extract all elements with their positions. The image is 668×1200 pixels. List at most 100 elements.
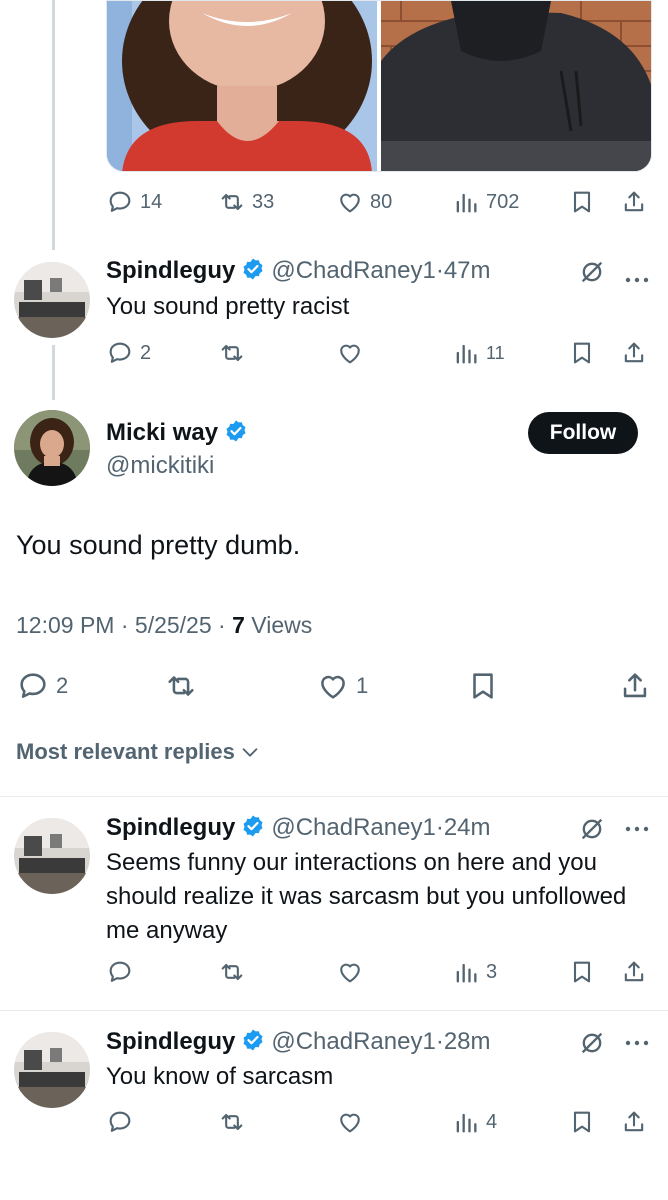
more-options-icon[interactable] — [624, 266, 650, 292]
avatar[interactable] — [14, 410, 90, 486]
repost-button[interactable] — [218, 958, 246, 986]
share-icon — [624, 961, 644, 982]
tweet-time[interactable]: 12:09 PM — [16, 612, 114, 638]
reply-button[interactable]: 2 — [106, 339, 151, 367]
reply-header: Spindleguy @ChadRaney1·47m — [106, 257, 491, 285]
reply-button[interactable]: 2 — [16, 669, 68, 703]
bookmark-button[interactable] — [568, 188, 596, 216]
bookmark-icon — [573, 191, 591, 213]
share-icon — [623, 673, 647, 698]
reply-button[interactable] — [106, 1108, 134, 1136]
share-button[interactable] — [620, 1108, 648, 1136]
handle[interactable]: @ChadRaney1 — [271, 814, 435, 841]
thread-line — [52, 345, 55, 400]
handle[interactable]: @mickitiki — [106, 452, 214, 480]
reply-icon — [109, 1111, 131, 1132]
avatar[interactable] — [14, 262, 90, 338]
thread-line — [52, 0, 55, 250]
bookmark-button[interactable] — [568, 958, 596, 986]
separator-dot: · — [218, 612, 226, 638]
reply-header: Spindleguy @ChadRaney1·24m — [106, 814, 491, 842]
follow-button[interactable]: Follow — [528, 412, 638, 454]
bookmark-icon — [573, 961, 591, 983]
reply-count: 2 — [140, 341, 152, 364]
tweet-date[interactable]: 5/25/25 — [135, 612, 212, 638]
more-options-icon[interactable] — [624, 1036, 650, 1054]
heart-icon — [340, 344, 360, 364]
grok-icon[interactable] — [578, 1029, 606, 1057]
bookmark-button[interactable] — [568, 339, 596, 367]
like-count: 1 — [356, 673, 369, 698]
views-count: 3 — [486, 960, 498, 983]
sort-label: Most relevant replies — [16, 739, 235, 764]
timestamp[interactable]: 28m — [444, 1028, 491, 1055]
handle[interactable]: @ChadRaney1 — [271, 257, 435, 284]
repost-icon — [168, 676, 194, 696]
repost-button[interactable] — [218, 1108, 246, 1136]
reply-button[interactable]: 14 — [106, 188, 162, 216]
display-name[interactable]: Micki way — [106, 419, 218, 446]
tweet-text: You sound pretty racist — [106, 293, 350, 320]
divider — [0, 796, 668, 797]
like-button[interactable] — [336, 958, 364, 986]
reply-icon — [20, 673, 46, 698]
main-tweet-text: You sound pretty dumb. — [16, 530, 301, 560]
repost-icon — [221, 1113, 243, 1131]
grok-icon[interactable] — [578, 258, 606, 286]
share-button[interactable] — [620, 339, 648, 367]
display-name[interactable]: Spindleguy — [106, 257, 235, 284]
bookmark-icon — [573, 342, 591, 364]
heart-icon — [340, 963, 360, 983]
timestamp[interactable]: 24m — [444, 814, 491, 841]
repost-button[interactable] — [164, 669, 198, 703]
views-button[interactable]: 11 — [452, 339, 505, 367]
bookmark-icon — [573, 1111, 591, 1133]
tweet-text: You know of sarcasm — [106, 1063, 334, 1090]
bookmark-button[interactable] — [568, 1108, 596, 1136]
more-options-icon[interactable] — [624, 822, 650, 840]
like-button[interactable]: 80 — [336, 188, 392, 216]
views-count: 7 — [232, 612, 245, 638]
display-name[interactable]: Spindleguy — [106, 1028, 235, 1055]
views-button[interactable]: 702 — [452, 188, 519, 216]
repost-button[interactable]: 33 — [218, 188, 274, 216]
separator-dot: · — [435, 814, 444, 841]
bookmark-icon — [473, 673, 493, 699]
divider — [0, 1010, 668, 1011]
repost-count: 33 — [252, 190, 275, 213]
reply-icon — [109, 342, 131, 363]
tweet-text: Seems funny our interactions on here and… — [106, 849, 627, 944]
avatar[interactable] — [14, 1032, 90, 1108]
like-button[interactable]: 1 — [316, 669, 368, 703]
separator-dot: · — [435, 257, 444, 284]
repost-icon — [221, 344, 243, 362]
like-button[interactable] — [336, 339, 364, 367]
share-button[interactable] — [620, 958, 648, 986]
reply-count: 14 — [140, 190, 163, 213]
repost-icon — [221, 193, 243, 211]
views-icon — [456, 1113, 477, 1133]
tweet-media-image[interactable] — [106, 0, 652, 172]
views-button[interactable]: 3 — [452, 958, 497, 986]
handle[interactable]: @ChadRaney1 — [271, 1028, 435, 1055]
tweet-meta: 12:09 PM · 5/25/25 · 7 Views — [16, 612, 312, 639]
views-count: 4 — [486, 1110, 498, 1133]
display-name[interactable]: Spindleguy — [106, 814, 235, 841]
replies-sort-dropdown[interactable]: Most relevant replies — [16, 739, 261, 765]
like-button[interactable] — [336, 1108, 364, 1136]
timestamp[interactable]: 47m — [444, 257, 491, 284]
share-icon — [624, 1111, 644, 1132]
avatar[interactable] — [14, 818, 90, 894]
repost-button[interactable] — [218, 339, 246, 367]
reply-button[interactable] — [106, 958, 134, 986]
bookmark-button[interactable] — [466, 669, 500, 703]
views-label: Views — [251, 612, 313, 638]
share-button[interactable] — [618, 669, 652, 703]
reply-icon — [109, 191, 131, 212]
views-count: 11 — [486, 342, 505, 363]
grok-icon[interactable] — [578, 815, 606, 843]
share-button[interactable] — [620, 188, 648, 216]
views-icon — [456, 963, 477, 983]
views-button[interactable]: 4 — [452, 1108, 497, 1136]
verified-badge-icon — [226, 420, 246, 442]
